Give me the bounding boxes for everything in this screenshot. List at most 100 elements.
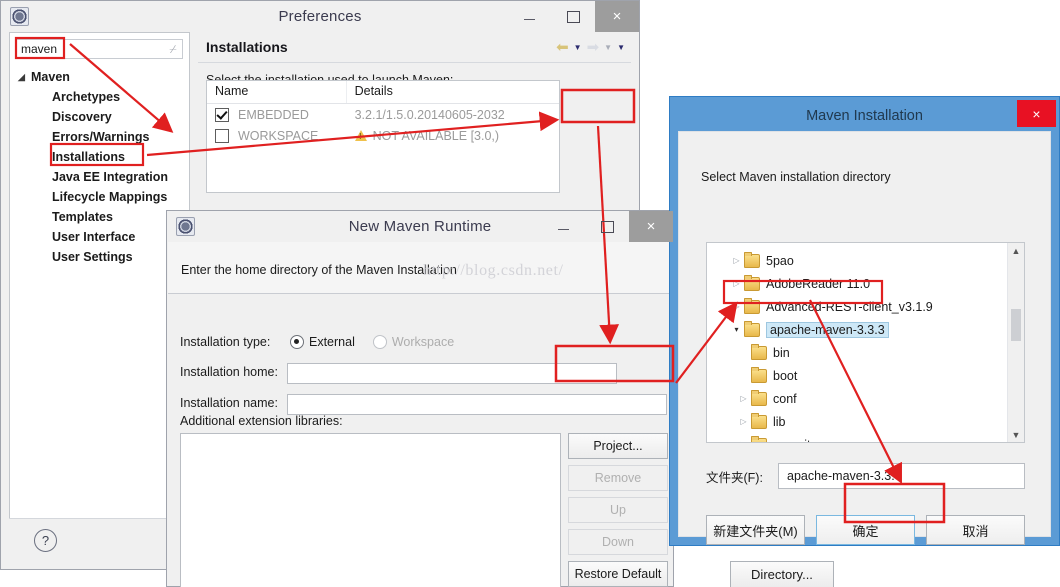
tree-node-label: boot bbox=[773, 368, 798, 383]
new-folder-button[interactable]: 新建文件夹(M) bbox=[706, 515, 805, 545]
table-cell-name[interactable]: EMBEDDED bbox=[207, 107, 347, 122]
table-row[interactable]: EMBEDDED 3.2.1/1.5.0.20140605-2032 bbox=[207, 104, 559, 125]
tree-node-conf[interactable]: ▷ conf bbox=[707, 387, 1024, 410]
sidebar-item-label: Archetypes bbox=[52, 90, 121, 104]
additional-libraries-list[interactable] bbox=[180, 433, 561, 587]
row-details-label: NOT AVAILABLE [3.0,) bbox=[372, 128, 500, 143]
sidebar-item-discovery[interactable]: Discovery bbox=[10, 107, 189, 127]
minimize-button[interactable] bbox=[541, 211, 585, 242]
sidebar-item-maven[interactable]: ◢ Maven bbox=[10, 67, 189, 87]
dialog-description: Select Maven installation directory bbox=[701, 170, 891, 184]
installation-home-label: Installation home: bbox=[180, 365, 278, 379]
arrow-right-icon[interactable]: ➡ bbox=[587, 38, 600, 56]
radio-external[interactable] bbox=[290, 335, 304, 349]
remove-button: Remove bbox=[568, 465, 668, 491]
radio-workspace[interactable] bbox=[372, 335, 387, 349]
chevron-down-icon[interactable]: ▼ bbox=[1008, 427, 1024, 442]
chevron-down-icon-forward[interactable]: ▼ bbox=[604, 43, 612, 52]
installation-type-row: Installation type: External Workspace bbox=[180, 335, 650, 349]
folder-icon bbox=[751, 389, 767, 406]
tree-node-bin[interactable]: bin bbox=[707, 341, 1024, 364]
minimize-button[interactable] bbox=[507, 1, 551, 32]
chevron-expanded-icon[interactable]: ◢ bbox=[18, 72, 31, 83]
pane-title: Installations bbox=[206, 39, 288, 55]
sidebar-item-templates[interactable]: Templates bbox=[10, 207, 189, 227]
sidebar-item-user-settings[interactable]: User Settings bbox=[10, 247, 189, 267]
sidebar-item-java-ee-integration[interactable]: Java EE Integration bbox=[10, 167, 189, 187]
chevron-right-icon[interactable]: ▷ bbox=[729, 302, 744, 311]
close-button[interactable]: × bbox=[629, 211, 673, 242]
tree-node-label: apache-maven-3.3.3 bbox=[766, 321, 889, 338]
filter-row[interactable]: ⌿ bbox=[16, 39, 183, 59]
tree-node-advanced-rest-client[interactable]: ▷ Advanced-REST-client_v3.1.9 bbox=[707, 295, 1024, 318]
down-button: Down bbox=[568, 529, 668, 555]
sidebar-item-errors-warnings[interactable]: Errors/Warnings bbox=[10, 127, 189, 147]
pane-nav-icons: ⬅ ▼ ➡ ▼ ▼ bbox=[556, 32, 625, 62]
folder-icon bbox=[744, 274, 760, 291]
chevron-right-icon[interactable]: ▷ bbox=[736, 394, 751, 403]
chevron-right-icon[interactable]: ▷ bbox=[729, 279, 744, 288]
restore-default-button[interactable]: Restore Default bbox=[568, 561, 668, 587]
scrollbar-thumb[interactable] bbox=[1011, 309, 1021, 341]
row-checkbox[interactable] bbox=[215, 107, 229, 122]
sidebar-item-label: Installations bbox=[52, 150, 125, 164]
maximize-button[interactable] bbox=[585, 211, 629, 242]
directory-button[interactable]: Directory... bbox=[730, 561, 834, 587]
row-name-label: WORKSPACE bbox=[238, 128, 319, 143]
sidebar-item-user-interface[interactable]: User Interface bbox=[10, 227, 189, 247]
tree-node-boot[interactable]: boot bbox=[707, 364, 1024, 387]
table-cell-details: NOT AVAILABLE [3.0,) bbox=[347, 129, 559, 143]
tree-node-apache-maven[interactable]: ▾ apache-maven-3.3.3 bbox=[707, 318, 1024, 341]
sidebar-item-label: Templates bbox=[52, 210, 113, 224]
preferences-tree: ◢ Maven Archetypes Discovery Errors/Warn… bbox=[10, 67, 189, 518]
sidebar-item-archetypes[interactable]: Archetypes bbox=[10, 87, 189, 107]
chevron-up-icon[interactable]: ▲ bbox=[1008, 243, 1024, 258]
tree-node-lib[interactable]: ▷ lib bbox=[707, 410, 1024, 433]
eraser-icon[interactable]: ⌿ bbox=[164, 42, 182, 57]
folder-name-input[interactable]: apache-maven-3.3.3 bbox=[778, 463, 1025, 489]
chevron-right-icon[interactable]: ▷ bbox=[736, 417, 751, 426]
column-header-details: Details bbox=[354, 84, 393, 98]
table-row[interactable]: WORKSPACE NOT AVAILABLE [3.0,) bbox=[207, 125, 559, 146]
installation-name-input[interactable] bbox=[287, 394, 667, 415]
chevron-down-icon-menu[interactable]: ▼ bbox=[617, 43, 625, 52]
preferences-titlebar: Preferences × bbox=[1, 1, 639, 32]
project-button[interactable]: Project... bbox=[568, 433, 668, 459]
close-button[interactable]: × bbox=[595, 1, 639, 32]
table-header-row: Name Details bbox=[207, 81, 559, 104]
question-mark-icon[interactable]: ? bbox=[34, 529, 57, 552]
tree-node-adobereader[interactable]: ▷ AdobeReader 11.0 bbox=[707, 272, 1024, 295]
cancel-button[interactable]: 取消 bbox=[926, 515, 1025, 545]
tree-node-5pao[interactable]: ▷ 5pao bbox=[707, 249, 1024, 272]
installation-home-input[interactable] bbox=[287, 363, 617, 384]
tree-node-label: lib bbox=[773, 414, 786, 429]
nmr-button-column: Project... Remove Up Down Restore Defaul… bbox=[568, 433, 668, 587]
close-icon[interactable]: × bbox=[1017, 100, 1056, 127]
row-name-label: EMBEDDED bbox=[238, 107, 309, 122]
sidebar-item-label: Discovery bbox=[52, 110, 112, 124]
chevron-down-icon-back[interactable]: ▼ bbox=[574, 43, 582, 52]
new-maven-runtime-window: New Maven Runtime × Enter the home direc… bbox=[166, 210, 834, 587]
ok-button[interactable]: 确定 bbox=[816, 515, 915, 545]
tree-node-repository[interactable]: ▷ repository bbox=[707, 433, 1024, 442]
sidebar-item-label: Maven bbox=[31, 70, 70, 84]
warning-icon bbox=[354, 130, 367, 141]
sidebar-item-label: Lifecycle Mappings bbox=[52, 190, 168, 204]
sidebar-item-installations[interactable]: Installations bbox=[10, 147, 189, 167]
sidebar-item-label: User Interface bbox=[52, 230, 136, 244]
eclipse-icon bbox=[176, 217, 195, 236]
sidebar-item-lifecycle-mappings[interactable]: Lifecycle Mappings bbox=[10, 187, 189, 207]
directory-tree-scrollbar[interactable]: ▲ ▼ bbox=[1007, 243, 1024, 442]
additional-libraries-label: Additional extension libraries: bbox=[180, 414, 343, 428]
row-checkbox[interactable] bbox=[215, 128, 229, 143]
search-input[interactable] bbox=[17, 42, 164, 56]
maximize-button[interactable] bbox=[551, 1, 595, 32]
chevron-right-icon[interactable]: ▷ bbox=[729, 256, 744, 265]
chevron-down-icon[interactable]: ▾ bbox=[729, 325, 744, 334]
chevron-right-icon[interactable]: ▷ bbox=[736, 440, 751, 442]
new-maven-runtime-titlebar: New Maven Runtime × bbox=[167, 211, 673, 242]
directory-tree[interactable]: ▷ 5pao ▷ AdobeReader 11.0 ▷ Advanced-RES… bbox=[706, 242, 1025, 443]
row-details-label: 3.2.1/1.5.0.20140605-2032 bbox=[354, 107, 505, 122]
table-cell-name[interactable]: WORKSPACE bbox=[207, 128, 347, 143]
arrow-left-icon[interactable]: ⬅ bbox=[556, 38, 569, 56]
